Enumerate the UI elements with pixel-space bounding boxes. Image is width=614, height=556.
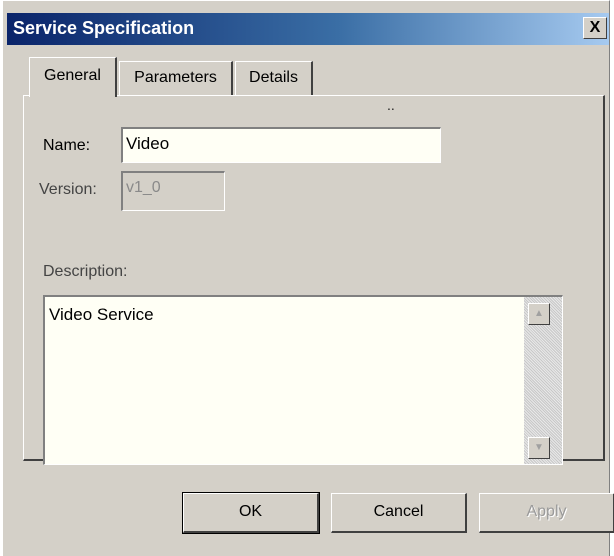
tab-details[interactable]: Details	[235, 61, 313, 95]
active-tab-joint	[31, 94, 115, 97]
tab-general-label: General	[44, 67, 101, 84]
tab-general[interactable]: General	[29, 57, 117, 97]
description-textarea[interactable]: Video Service ▲ ▼	[43, 295, 563, 465]
arrow-down-icon: ▼	[534, 442, 544, 453]
apply-button: Apply	[479, 493, 614, 533]
arrow-up-icon: ▲	[534, 308, 544, 319]
scroll-up-button[interactable]: ▲	[528, 303, 550, 325]
tab-parameters[interactable]: Parameters	[119, 61, 233, 95]
version-input: v1_0	[121, 171, 225, 211]
service-specification-dialog: Service Specification X General Paramete…	[2, 0, 614, 556]
name-label: Name:	[43, 137, 91, 154]
tab-details-label: Details	[249, 69, 298, 86]
description-label: Description:	[43, 263, 128, 280]
tab-parameters-label: Parameters	[134, 69, 217, 86]
scroll-down-button[interactable]: ▼	[528, 437, 550, 459]
cancel-button[interactable]: Cancel	[331, 493, 467, 533]
version-label: Version:	[39, 181, 97, 198]
ok-button[interactable]: OK	[182, 492, 320, 534]
description-text: Video Service	[49, 305, 154, 324]
title-bar[interactable]: Service Specification X	[7, 13, 609, 45]
name-input[interactable]: Video	[121, 127, 441, 163]
description-scrollbar[interactable]: ▲ ▼	[524, 297, 562, 464]
close-icon: X	[589, 19, 601, 36]
close-button[interactable]: X	[583, 17, 607, 39]
window-title: Service Specification	[13, 18, 195, 38]
